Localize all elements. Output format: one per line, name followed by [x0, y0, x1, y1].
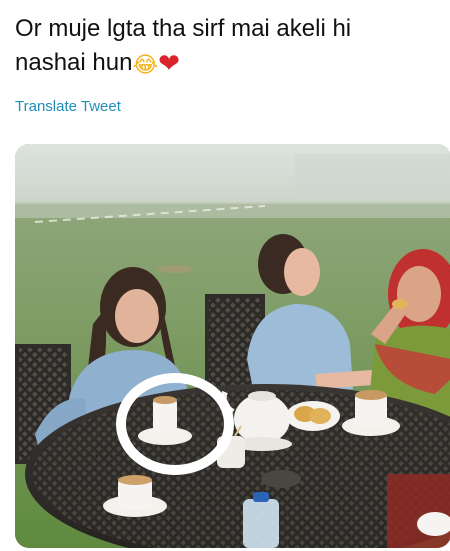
woman-middle-face [284, 248, 320, 296]
coaster [261, 470, 301, 488]
tweet-photo[interactable] [15, 144, 450, 548]
woman-left-face [115, 289, 159, 343]
translate-tweet-link[interactable]: Translate Tweet [15, 98, 121, 115]
laughing-emoji-icon: 😂 [132, 53, 159, 78]
tweet-text-line-1: Or muje lgta tha sirf mai akeli hi [15, 15, 352, 42]
teapot [234, 394, 290, 444]
tweet-text-line-2: nashai hun [15, 49, 133, 76]
tweet-text: Or muje lgta tha sirf mai akeli hi nasha… [15, 12, 440, 83]
tweet-photo-image [15, 144, 450, 548]
water-bottle [243, 499, 279, 548]
red-heart-emoji-icon: ❤ [158, 49, 180, 79]
tweet-container: Or muje lgta tha sirf mai akeli hi nasha… [0, 0, 450, 551]
biscuit [392, 299, 408, 309]
